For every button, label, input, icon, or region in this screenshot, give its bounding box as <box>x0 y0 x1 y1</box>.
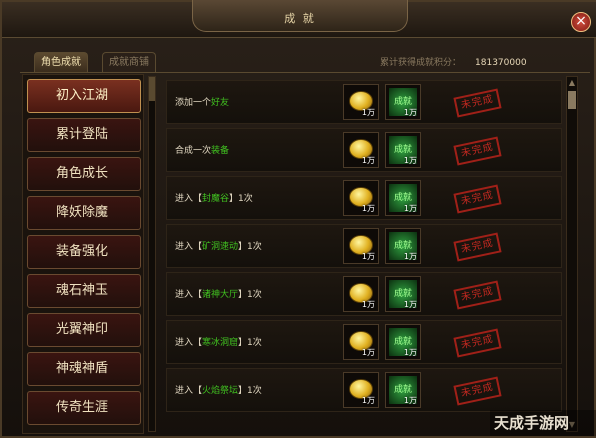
reward-qty: 1万 <box>361 156 375 165</box>
reward-slot-coin[interactable]: 1万 <box>343 228 379 264</box>
reward-slot-coin[interactable]: 1万 <box>343 372 379 408</box>
reward-slot-coin[interactable]: 1万 <box>343 180 379 216</box>
close-icon[interactable]: × <box>571 12 591 32</box>
status-stamp: 未完成 <box>453 136 502 166</box>
category-item[interactable]: 神魂神盾 <box>27 352 141 386</box>
reward-qty: 1万 <box>361 252 375 261</box>
tab-achievement-shop[interactable]: 成就商铺 <box>102 52 156 72</box>
reward-slot-coin[interactable]: 1万 <box>343 132 379 168</box>
category-item[interactable]: 光翼神印 <box>27 313 141 347</box>
desc-highlight: 矿洞速动 <box>202 242 239 252</box>
achievement-row: 进入【矿洞速动】1次 1万 成就 1万 未完成 <box>166 224 562 268</box>
scroll-thumb[interactable] <box>149 77 155 101</box>
desc-text: 合成一次 <box>175 146 212 156</box>
category-item[interactable]: 角色成长 <box>27 157 141 191</box>
status-stamp: 未完成 <box>453 88 502 118</box>
reward-slot-achievement[interactable]: 成就 1万 <box>385 84 421 120</box>
desc-text: 进入【 <box>175 338 203 348</box>
desc-highlight: 好友 <box>211 98 230 108</box>
achievement-row: 合成一次装备 1万 成就 1万 未完成 <box>166 128 562 172</box>
desc-text: 进入【 <box>175 386 203 396</box>
reward-qty: 1万 <box>361 300 375 309</box>
achievement-desc: 合成一次装备 <box>175 143 229 156</box>
achievement-row: 添加一个好友 1万 成就 1万 未完成 <box>166 80 562 124</box>
achievement-desc: 进入【矿洞速动】1次 <box>175 239 262 252</box>
category-item[interactable]: 降妖除魔 <box>27 196 141 230</box>
desc-highlight: 火焰祭坛 <box>202 386 239 396</box>
achievement-list: 添加一个好友 1万 成就 1万 未完成 合成一次装备 1万 成就 1万 未完成 进入… <box>166 80 562 432</box>
score-label: 累计获得成就积分： <box>380 58 462 68</box>
reward-slot-achievement[interactable]: 成就 1万 <box>385 132 421 168</box>
desc-suffix: 】1次 <box>238 386 262 396</box>
reward-slot-coin[interactable]: 1万 <box>343 84 379 120</box>
category-item[interactable]: 累计登陆 <box>27 118 141 152</box>
achievement-desc: 进入【寒冰洞窟】1次 <box>175 335 262 348</box>
reward-slot-achievement[interactable]: 成就 1万 <box>385 276 421 312</box>
reward-qty: 1万 <box>403 204 417 213</box>
reward-qty: 1万 <box>403 396 417 405</box>
category-item[interactable]: 传奇生涯 <box>27 391 141 425</box>
category-item[interactable]: 初入江湖 <box>27 79 141 113</box>
reward-slot-achievement[interactable]: 成就 1万 <box>385 228 421 264</box>
desc-text: 进入【 <box>175 290 203 300</box>
reward-slot-achievement[interactable]: 成就 1万 <box>385 180 421 216</box>
score-value: 181370000 <box>475 58 527 68</box>
achievement-desc: 进入【火焰祭坛】1次 <box>175 383 262 396</box>
reward-qty: 1万 <box>403 156 417 165</box>
status-stamp: 未完成 <box>453 184 502 214</box>
desc-highlight: 寒冰洞窟 <box>202 338 239 348</box>
reward-qty: 1万 <box>403 300 417 309</box>
reward-qty: 1万 <box>403 348 417 357</box>
reward-qty: 1万 <box>403 108 417 117</box>
achievement-row: 进入【封魔谷】1次 1万 成就 1万 未完成 <box>166 176 562 220</box>
desc-suffix: 】1次 <box>238 338 262 348</box>
category-scrollbar[interactable] <box>148 76 156 432</box>
achievement-window: 成 就 × 角色成就 成就商铺 累计获得成就积分： 181370000 初入江湖 … <box>0 0 596 438</box>
reward-qty: 1万 <box>361 396 375 405</box>
tab-character-achievements[interactable]: 角色成就 <box>34 52 88 72</box>
desc-text: 添加一个 <box>175 98 212 108</box>
reward-slot-achievement[interactable]: 成就 1万 <box>385 372 421 408</box>
reward-qty: 1万 <box>361 204 375 213</box>
achievement-row: 进入【寒冰洞窟】1次 1万 成就 1万 未完成 <box>166 320 562 364</box>
category-item[interactable]: 魂石神玉 <box>27 274 141 308</box>
desc-suffix: 】1次 <box>238 290 262 300</box>
reward-slot-coin[interactable]: 1万 <box>343 324 379 360</box>
desc-suffix: 】1次 <box>229 194 253 204</box>
scroll-thumb[interactable] <box>568 91 576 109</box>
window-title: 成 就 <box>284 12 316 25</box>
reward-qty: 1万 <box>403 252 417 261</box>
status-stamp: 未完成 <box>453 280 502 310</box>
reward-slot-coin[interactable]: 1万 <box>343 276 379 312</box>
desc-text: 进入【 <box>175 194 203 204</box>
reward-qty: 1万 <box>361 348 375 357</box>
desc-highlight: 装备 <box>211 146 230 156</box>
achievement-desc: 进入【诸神大厅】1次 <box>175 287 262 300</box>
achievement-score: 累计获得成就积分： 181370000 <box>380 55 527 68</box>
desc-highlight: 诸神大厅 <box>202 290 239 300</box>
arrow-up-icon[interactable]: ▲ <box>567 78 577 88</box>
desc-suffix: 】1次 <box>238 242 262 252</box>
category-panel: 初入江湖 累计登陆 角色成长 降妖除魔 装备强化 魂石神玉 光翼神印 神魂神盾 … <box>22 74 144 434</box>
desc-text: 进入【 <box>175 242 203 252</box>
status-stamp: 未完成 <box>453 328 502 358</box>
reward-qty: 1万 <box>361 108 375 117</box>
list-scrollbar[interactable]: ▲ ▼ <box>566 76 578 432</box>
achievement-desc: 进入【封魔谷】1次 <box>175 191 253 204</box>
achievement-row: 进入【诸神大厅】1次 1万 成就 1万 未完成 <box>166 272 562 316</box>
status-stamp: 未完成 <box>453 232 502 262</box>
achievement-row: 进入【火焰祭坛】1次 1万 成就 1万 未完成 <box>166 368 562 412</box>
status-stamp: 未完成 <box>453 376 502 406</box>
reward-slot-achievement[interactable]: 成就 1万 <box>385 324 421 360</box>
desc-highlight: 封魔谷 <box>202 194 230 204</box>
category-item[interactable]: 装备强化 <box>27 235 141 269</box>
watermark-logo: 天成手游网 <box>490 410 596 436</box>
tab-divider <box>20 72 590 73</box>
achievement-desc: 添加一个好友 <box>175 95 229 108</box>
